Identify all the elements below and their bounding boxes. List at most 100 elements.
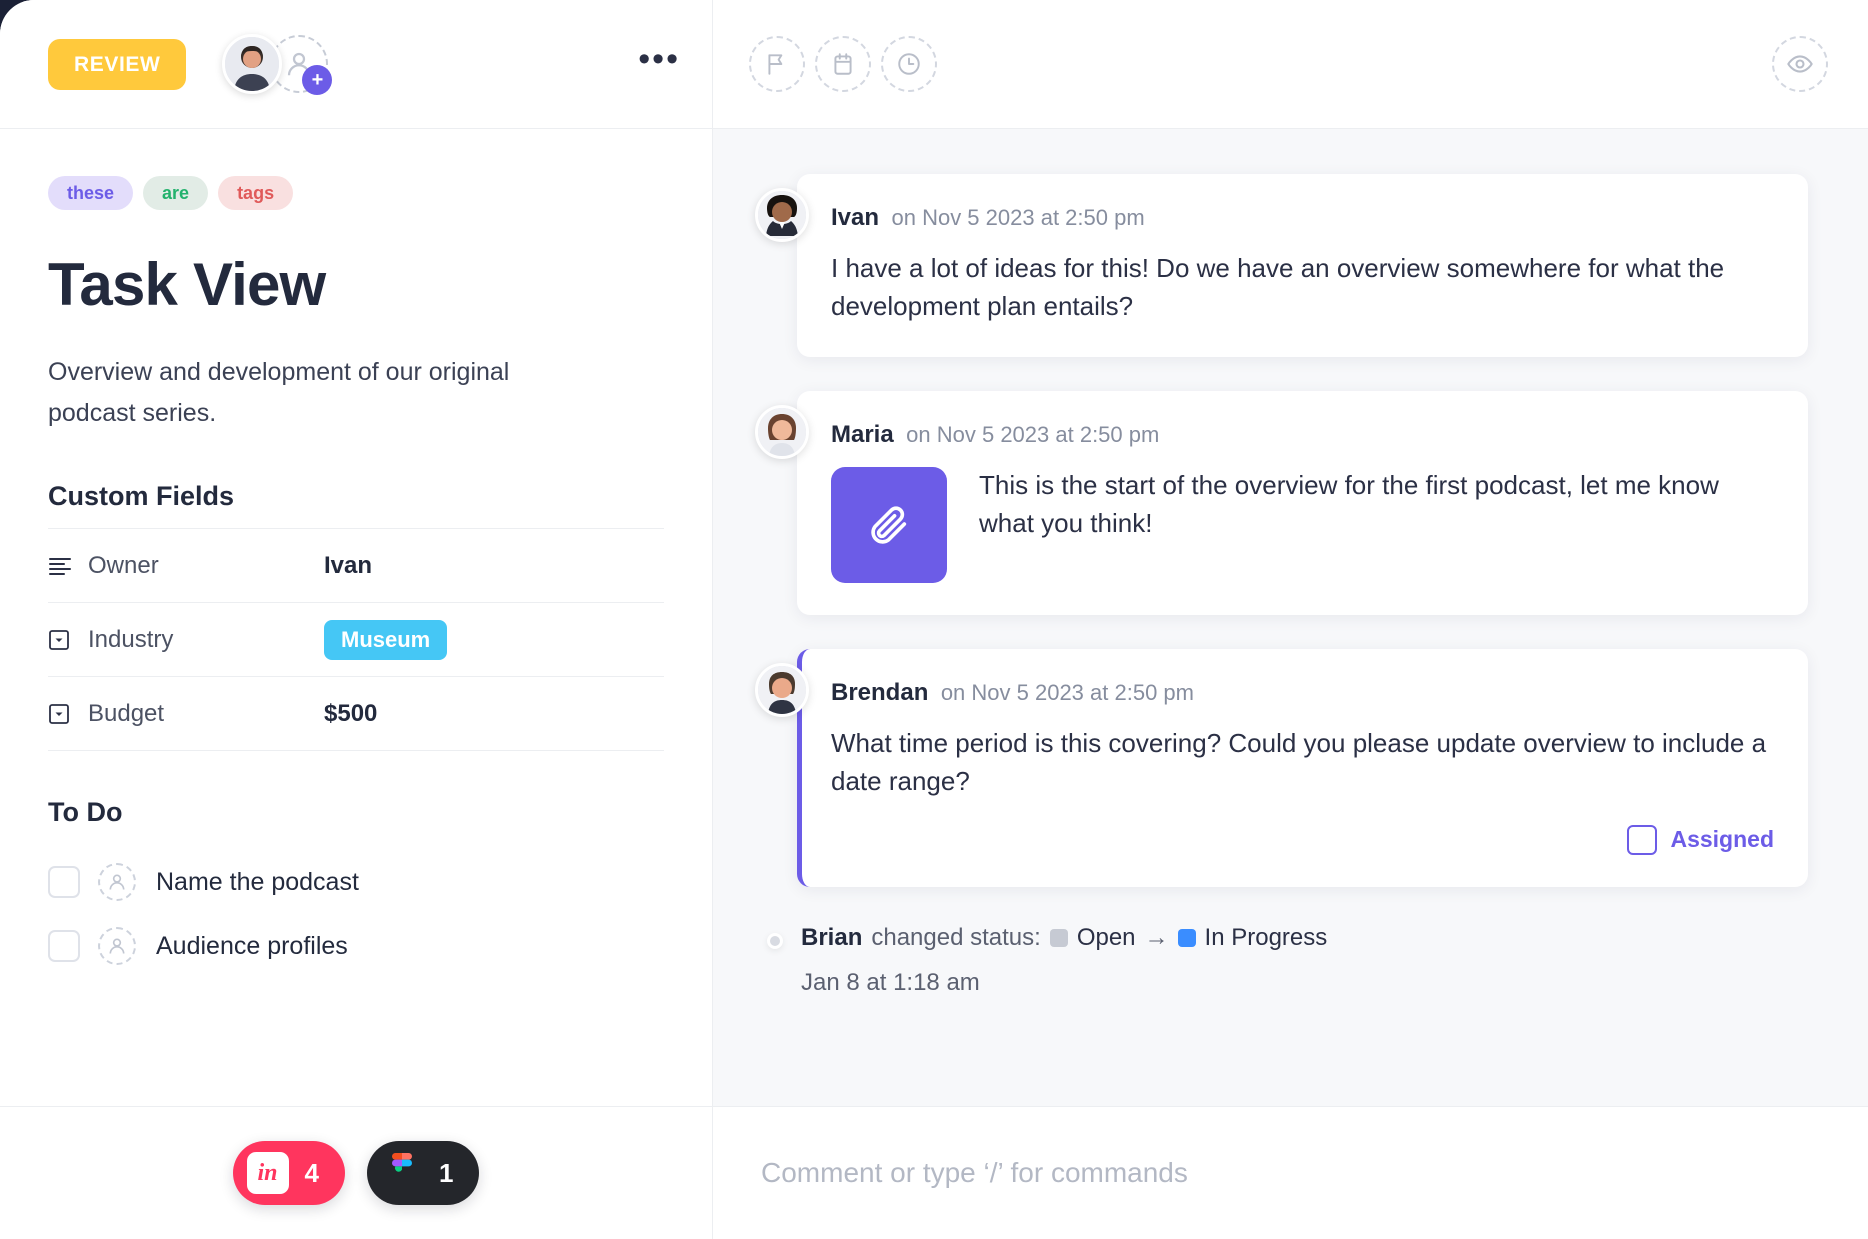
activity-status-line: Brian changed status: Open → In Progress	[801, 921, 1327, 956]
todo-list: Name the podcast Audience profiles	[48, 850, 664, 978]
tag-list: these are tags	[48, 176, 664, 210]
activity-status-from: Open	[1076, 923, 1136, 951]
avatar-image	[758, 666, 806, 715]
top-bar: REVIEW + •••	[0, 0, 1868, 129]
comment-author: Brendan	[831, 679, 929, 707]
eye-glyph	[1787, 55, 1813, 73]
avatar[interactable]	[755, 405, 809, 460]
custom-fields-heading: Custom Fields	[48, 481, 235, 511]
activity-panel: Ivan on Nov 5 2023 at 2:50 pm I have a l…	[713, 129, 1868, 1239]
todo-checkbox[interactable]	[48, 866, 80, 898]
field-value-owner: Ivan	[324, 551, 373, 579]
comment-timestamp: on Nov 5 2023 at 2:50 pm	[906, 422, 1160, 448]
invision-count: 4	[304, 1157, 319, 1188]
dropdown-icon	[48, 703, 88, 725]
comment-header: Brendan on Nov 5 2023 at 2:50 pm	[831, 679, 1774, 707]
comment-author: Ivan	[831, 204, 880, 231]
tag-tags[interactable]: tags	[218, 176, 294, 210]
more-options-button[interactable]: •••	[638, 42, 680, 78]
status-swatch-in-progress	[1177, 929, 1196, 948]
comment-header: Ivan on Nov 5 2023 at 2:50 pm	[831, 204, 1774, 232]
todo-label: Audience profiles	[156, 931, 348, 960]
invision-icon: in	[246, 1152, 289, 1194]
comment-item: Brendan on Nov 5 2023 at 2:50 pm What ti…	[755, 649, 1808, 887]
text-lines-glyph	[49, 557, 71, 575]
comment-timestamp: on Nov 5 2023 at 2:50 pm	[891, 205, 1145, 230]
field-value-industry[interactable]: Museum	[324, 619, 448, 660]
comment-header: Maria on Nov 5 2023 at 2:50 pm	[831, 421, 1774, 449]
todo-label: Name the podcast	[156, 867, 359, 896]
arrow-icon: →	[1144, 923, 1169, 951]
comment-card: Ivan on Nov 5 2023 at 2:50 pm I have a l…	[797, 174, 1808, 358]
activity-status-to: In Progress	[1204, 923, 1328, 951]
comment-timestamp: on Nov 5 2023 at 2:50 pm	[940, 680, 1194, 706]
tag-these[interactable]: these	[48, 176, 134, 210]
todo-assignee-icon[interactable]	[98, 863, 136, 901]
comment-item: Ivan on Nov 5 2023 at 2:50 pm I have a l…	[755, 174, 1808, 358]
status-review-button[interactable]: REVIEW	[48, 38, 187, 90]
avatar[interactable]	[755, 663, 809, 718]
field-row-industry[interactable]: Industry Museum	[48, 603, 664, 677]
calendar-glyph	[834, 53, 852, 75]
page-title: Task View	[48, 251, 326, 318]
main-body: these are tags Task View Overview and de…	[0, 129, 1868, 1239]
task-view-window: REVIEW + ••• these are tags Task View Ov…	[0, 0, 1868, 1239]
calendar-icon[interactable]	[815, 36, 871, 92]
comment-text: What time period is this covering? Could…	[831, 728, 1767, 797]
comment-list: Ivan on Nov 5 2023 at 2:50 pm I have a l…	[713, 129, 1868, 1106]
todo-item[interactable]: Name the podcast	[48, 850, 664, 914]
avatar[interactable]	[222, 34, 283, 94]
activity-timestamp: Jan 8 at 1:18 am	[801, 968, 980, 996]
comment-text: This is the start of the overview for th…	[979, 470, 1719, 539]
flag-icon[interactable]	[749, 36, 805, 92]
paperclip-glyph	[871, 506, 907, 544]
activity-action: changed status:	[871, 923, 1041, 951]
figma-count: 1	[439, 1157, 454, 1188]
assignee-group: +	[222, 34, 333, 95]
activity-user: Brian	[801, 923, 863, 951]
avatar-image	[758, 408, 806, 457]
field-row-budget[interactable]: Budget $500	[48, 677, 664, 751]
activity-item: Brian changed status: Open → In Progress…	[755, 921, 1808, 1001]
dropdown-icon	[48, 629, 88, 651]
task-detail-content: these are tags Task View Overview and de…	[0, 129, 712, 1106]
flag-glyph	[768, 54, 783, 75]
activity-body: Brian changed status: Open → In Progress…	[801, 921, 1327, 1001]
clock-icon[interactable]	[881, 36, 937, 92]
avatar[interactable]	[755, 188, 809, 242]
figma-badge[interactable]: 1	[367, 1141, 480, 1205]
field-value-budget: $500	[324, 699, 378, 727]
paperclip-icon[interactable]	[831, 467, 947, 584]
invision-badge[interactable]: in 4	[232, 1141, 345, 1205]
todo-item[interactable]: Audience profiles	[48, 914, 664, 978]
avatar-image	[225, 37, 280, 91]
eye-icon[interactable]	[1772, 36, 1828, 92]
assigned-toggle[interactable]: Assigned	[831, 824, 1774, 855]
comment-item: Maria on Nov 5 2023 at 2:50 pm This is t…	[755, 391, 1808, 616]
assigned-checkbox[interactable]	[1627, 824, 1658, 855]
top-bar-left: REVIEW + •••	[0, 0, 713, 129]
figma-glyph	[392, 1153, 412, 1172]
comment-composer	[713, 1106, 1868, 1239]
comment-card: Brendan on Nov 5 2023 at 2:50 pm What ti…	[797, 649, 1808, 887]
field-label-owner: Owner	[88, 551, 159, 579]
task-description[interactable]: Overview and development of our original…	[48, 352, 558, 433]
person-icon	[109, 874, 125, 890]
field-row-owner[interactable]: Owner Ivan	[48, 529, 664, 603]
dropdown-glyph	[49, 629, 69, 650]
dropdown-glyph	[49, 703, 69, 724]
plus-icon: +	[302, 65, 333, 95]
comment-author: Maria	[831, 421, 894, 449]
todo-checkbox[interactable]	[48, 930, 80, 962]
field-label-budget: Budget	[88, 699, 165, 727]
todo-assignee-icon[interactable]	[98, 927, 136, 965]
activity-dot-icon	[767, 932, 783, 949]
tag-are[interactable]: are	[143, 176, 209, 210]
comment-input[interactable]	[761, 1157, 1820, 1189]
todo-heading: To Do	[48, 797, 123, 827]
avatar-image	[758, 191, 806, 239]
person-icon	[109, 938, 125, 954]
clock-glyph	[898, 53, 920, 75]
task-detail-panel: these are tags Task View Overview and de…	[0, 129, 713, 1239]
text-lines-icon	[48, 556, 88, 576]
